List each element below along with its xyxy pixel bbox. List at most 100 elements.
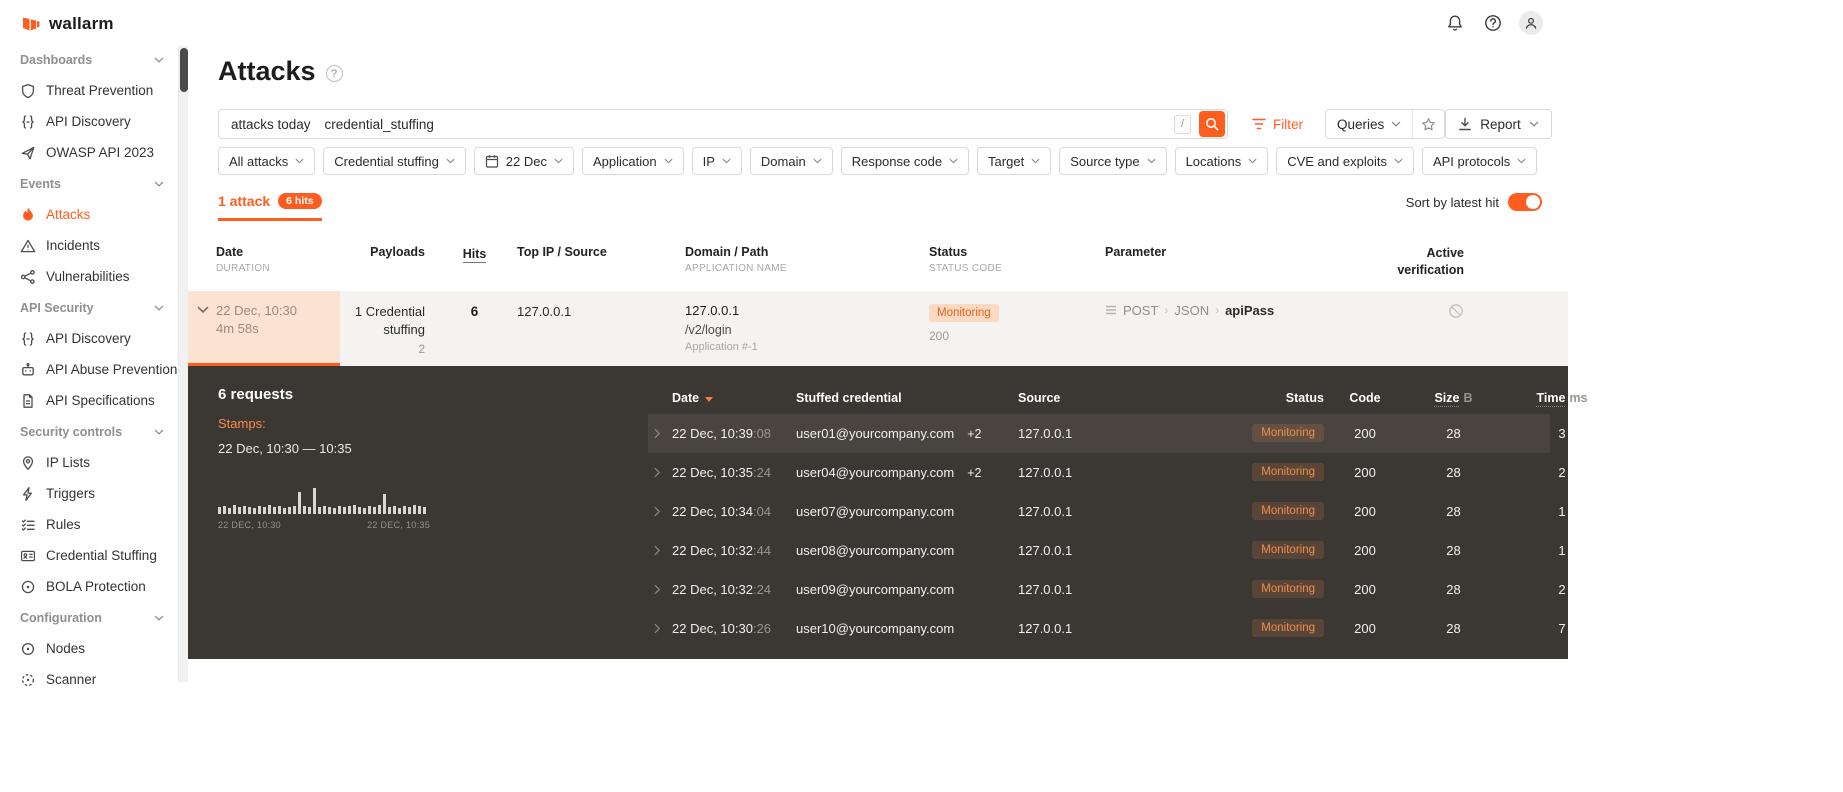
help-button[interactable] [1481, 11, 1505, 35]
time-unit-toggle[interactable]: Time ms [1501, 390, 1623, 407]
topbar-actions [1443, 11, 1543, 35]
chip-all-attacks[interactable]: All attacks [218, 147, 316, 175]
sort-toggle[interactable] [1508, 193, 1542, 211]
request-row[interactable]: 22 Dec, 10:39:08 user01@yourcompany.com +… [648, 413, 1566, 453]
stamps-range: 22 Dec, 10:30 — 10:35 [218, 440, 352, 456]
chevron-down-icon [295, 158, 304, 164]
request-source: 127.0.0.1 [1018, 464, 1073, 480]
search-toolbar: attacks today credential_stuffing / Filt… [218, 109, 1552, 139]
chip-date[interactable]: 22 Dec [473, 147, 574, 175]
status-badge: Monitoring [1252, 424, 1324, 443]
chevron-separator: › [1164, 303, 1169, 318]
search-input[interactable]: attacks today credential_stuffing / [218, 109, 1228, 139]
chevron-right-icon [648, 428, 672, 439]
sidebar-item-credential-stuffing[interactable]: Credential Stuffing [0, 540, 178, 571]
page-help-icon[interactable]: ? [325, 65, 343, 82]
sidebar-section-api-security[interactable]: API Security [0, 292, 178, 323]
size-unit-toggle[interactable]: Size B [1406, 390, 1501, 407]
sidebar-item-owasp-api-2023[interactable]: OWASP API 2023 [0, 137, 178, 168]
request-credential: user07@yourcompany.com [796, 503, 955, 519]
request-code: 200 [1354, 425, 1376, 441]
sidebar-item-scanner[interactable]: Scanner [0, 664, 178, 695]
chip-application[interactable]: Application [582, 147, 684, 175]
requests-table-header: Date Stuffed credential Source Status Co… [648, 386, 1588, 410]
queries-dropdown[interactable]: Queries [1326, 110, 1412, 138]
sidebar-scrollbar-thumb[interactable] [180, 48, 188, 92]
sidebar-item-threat-prevention[interactable]: Threat Prevention [0, 75, 178, 106]
histogram-end-label: 22 DEC, 10:35 [367, 519, 430, 530]
sidebar-item-incidents[interactable]: Incidents [0, 230, 178, 261]
request-row[interactable]: 22 Dec, 10:34:04 user07@yourcompany.com … [648, 492, 1566, 531]
toggle-knob [1526, 195, 1540, 209]
notifications-button[interactable] [1443, 11, 1467, 35]
request-row[interactable]: 22 Dec, 10:32:44 user08@yourcompany.com … [648, 531, 1566, 570]
chevron-right-icon [648, 545, 672, 556]
chip-cve-and-exploits[interactable]: CVE and exploits [1276, 147, 1414, 175]
request-row[interactable]: 22 Dec, 10:35:24 user04@yourcompany.com +… [648, 453, 1566, 492]
hits-count-badge: 6 hits [278, 193, 322, 209]
download-icon [1458, 117, 1472, 131]
request-status: Monitoring [1198, 580, 1324, 599]
chevron-down-icon [154, 615, 164, 621]
funnel-icon [1252, 118, 1266, 130]
favorite-query-button[interactable] [1412, 110, 1444, 138]
sidebar-item-api-specifications[interactable]: API Specifications [0, 385, 178, 416]
sidebar-item-api-abuse-prevention[interactable]: API Abuse Prevention [0, 354, 178, 385]
status-badge: Monitoring [1252, 619, 1324, 638]
search-submit-button[interactable] [1199, 111, 1225, 137]
shield-icon [20, 83, 36, 99]
results-tab[interactable]: 1 attack 6 hits [218, 193, 322, 221]
sidebar-item-attacks[interactable]: Attacks [0, 199, 178, 230]
sidebar-section-security-controls[interactable]: Security controls [0, 416, 178, 447]
request-row[interactable]: 22 Dec, 10:32:24 user09@yourcompany.com … [648, 570, 1566, 609]
histogram-start-label: 22 DEC, 10:30 [218, 519, 281, 530]
status-badge: Monitoring [929, 303, 999, 322]
sidebar-item-vulnerabilities[interactable]: Vulnerabilities [0, 261, 178, 292]
sidebar-item-ip-lists[interactable]: IP Lists [0, 447, 178, 478]
sidebar-item-nodes[interactable]: Nodes [0, 633, 178, 664]
star-icon [1421, 117, 1436, 132]
chevron-separator: › [1215, 303, 1220, 318]
wallarm-logo[interactable]: wallarm [0, 0, 178, 44]
attack-date-cell: 22 Dec, 10:30 4m 58s [216, 290, 340, 366]
status-badge: Monitoring [1252, 502, 1324, 521]
brand-name: wallarm [49, 14, 114, 33]
sidebar-section-dashboards[interactable]: Dashboards [0, 44, 178, 75]
attack-parameter-cell: POST › JSON › apiPass [1105, 290, 1360, 366]
sidebar-item-triggers[interactable]: Triggers [0, 478, 178, 509]
sidebar-item-api-discovery-2[interactable]: API Discovery [0, 323, 178, 354]
queries-group: Queries [1325, 109, 1446, 139]
sidebar-item-api-discovery[interactable]: API Discovery [0, 106, 178, 137]
chip-source-type[interactable]: Source type [1059, 147, 1167, 175]
request-size: 28 [1446, 464, 1461, 480]
chip-ip[interactable]: IP [691, 147, 742, 175]
request-status: Monitoring [1198, 541, 1324, 560]
flame-icon [20, 207, 36, 223]
request-status: Monitoring [1198, 463, 1324, 482]
chip-locations[interactable]: Locations [1174, 147, 1269, 175]
circle-slash-icon [1448, 303, 1464, 319]
chip-attack-type[interactable]: Credential stuffing [323, 147, 466, 175]
bell-icon [1446, 14, 1464, 32]
request-row[interactable]: 22 Dec, 10:30:26 user10@yourcompany.com … [648, 609, 1566, 648]
chevron-down-icon [446, 158, 455, 164]
attack-status-cell: Monitoring 200 [929, 290, 1105, 366]
sidebar: wallarm Dashboards Threat Prevention API… [0, 0, 178, 792]
sidebar-item-bola-protection[interactable]: BOLA Protection [0, 571, 178, 602]
attack-row[interactable]: 22 Dec, 10:30 4m 58s 1 Credential stuffi… [188, 290, 1568, 366]
sort-by-hits[interactable]: Hits [462, 247, 487, 263]
user-menu-button[interactable] [1519, 11, 1543, 35]
report-button[interactable]: Report [1445, 109, 1552, 139]
chip-api-protocols[interactable]: API protocols [1421, 147, 1538, 175]
sidebar-section-events[interactable]: Events [0, 168, 178, 199]
sidebar-item-rules[interactable]: Rules [0, 509, 178, 540]
chip-response-code[interactable]: Response code [840, 147, 970, 175]
sort-by-date[interactable]: Date [672, 391, 714, 405]
chip-domain[interactable]: Domain [749, 147, 833, 175]
chip-target[interactable]: Target [977, 147, 1052, 175]
page-title: Attacks [218, 56, 316, 86]
collapse-row-button[interactable] [188, 290, 216, 366]
filter-button[interactable]: Filter [1252, 117, 1303, 132]
stamps-histogram [218, 486, 430, 514]
sidebar-section-configuration[interactable]: Configuration [0, 602, 178, 633]
